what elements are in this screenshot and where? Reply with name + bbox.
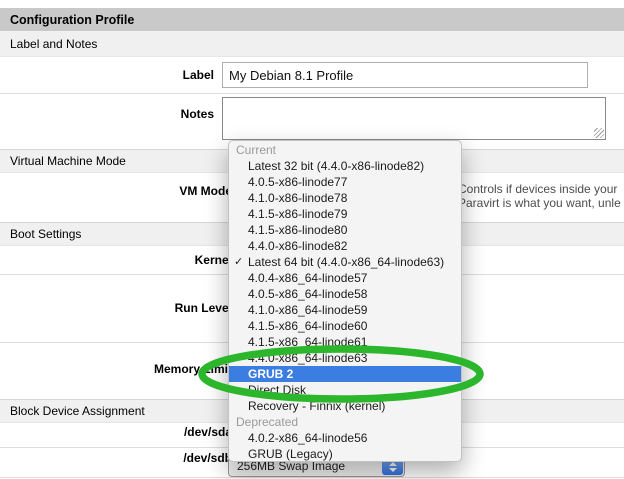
resize-grip-icon[interactable] bbox=[594, 128, 604, 138]
kernel-option-label: 4.1.0-x86-linode78 bbox=[248, 191, 347, 205]
kernel-option[interactable]: 4.4.0-x86_64-linode63 bbox=[229, 350, 461, 366]
kernel-option[interactable]: Latest 32 bit (4.4.0-x86-linode82) bbox=[229, 158, 461, 174]
notes-field-label: Notes bbox=[181, 107, 214, 121]
kernel-option-label: 4.1.5-x86-linode79 bbox=[248, 207, 347, 221]
label-input[interactable] bbox=[222, 62, 588, 88]
chevron-up-icon bbox=[389, 462, 397, 466]
kernel-option[interactable]: 4.1.5-x86-linode79 bbox=[229, 206, 461, 222]
kernel-option-label: Current bbox=[236, 143, 276, 157]
kernel-option-label: 4.0.4-x86_64-linode57 bbox=[248, 271, 367, 285]
kernel-option-label: Direct Disk bbox=[248, 383, 306, 397]
kernel-option[interactable]: 4.0.4-x86_64-linode57 bbox=[229, 270, 461, 286]
kernel-group-header: Current bbox=[229, 142, 461, 158]
section-header-configuration-profile: Configuration Profile bbox=[0, 8, 624, 31]
run-level-field-label: Run Level bbox=[175, 301, 232, 315]
kernel-option-label: GRUB 2 bbox=[248, 367, 293, 381]
kernel-option[interactable]: 4.1.5-x86_64-linode61 bbox=[229, 334, 461, 350]
kernel-option[interactable]: 4.4.0-x86-linode82 bbox=[229, 238, 461, 254]
kernel-group-header: Deprecated bbox=[229, 414, 461, 430]
divider bbox=[0, 93, 624, 94]
kernel-option[interactable]: 4.1.0-x86-linode78 bbox=[229, 190, 461, 206]
dev-sdb-field-label: /dev/sdb bbox=[183, 451, 232, 465]
memory-limit-field-label: Memory Limit bbox=[154, 362, 232, 376]
kernel-option[interactable]: GRUB (Legacy) bbox=[229, 446, 461, 462]
chevron-down-icon bbox=[389, 468, 397, 472]
kernel-option-label: Deprecated bbox=[236, 415, 298, 429]
kernel-option[interactable]: 4.1.5-x86-linode80 bbox=[229, 222, 461, 238]
kernel-option[interactable]: GRUB 2 bbox=[229, 366, 461, 382]
kernel-option-label: 4.1.5-x86_64-linode61 bbox=[248, 335, 367, 349]
kernel-option-label: 4.4.0-x86_64-linode63 bbox=[248, 351, 367, 365]
kernel-option[interactable]: 4.0.2-x86_64-linode56 bbox=[229, 430, 461, 446]
vm-mode-help-text: Controls if devices inside your Paravirt… bbox=[458, 183, 621, 210]
kernel-option[interactable]: ✓ Latest 64 bit (4.4.0-x86_64-linode63) bbox=[229, 254, 461, 270]
section-header-label-and-notes: Label and Notes bbox=[0, 31, 624, 57]
kernel-option[interactable]: 4.0.5-x86_64-linode58 bbox=[229, 286, 461, 302]
vm-mode-field-label: VM Mode bbox=[179, 184, 232, 198]
kernel-option-label: 4.0.5-x86_64-linode58 bbox=[248, 287, 367, 301]
kernel-option-label: 4.1.5-x86-linode80 bbox=[248, 223, 347, 237]
kernel-option-label: Recovery - Finnix (kernel) bbox=[248, 399, 385, 413]
kernel-option-label: Latest 32 bit (4.4.0-x86-linode82) bbox=[248, 159, 424, 173]
kernel-option-label: 4.0.5-x86-linode77 bbox=[248, 175, 347, 189]
kernel-option[interactable]: Recovery - Finnix (kernel) bbox=[229, 398, 461, 414]
divider bbox=[0, 477, 624, 478]
kernel-option[interactable]: 4.1.0-x86_64-linode59 bbox=[229, 302, 461, 318]
notes-textarea[interactable] bbox=[222, 97, 606, 140]
kernel-option[interactable]: 4.1.5-x86_64-linode60 bbox=[229, 318, 461, 334]
dev-sda-field-label: /dev/sda bbox=[184, 425, 232, 439]
kernel-option-label: 4.0.2-x86_64-linode56 bbox=[248, 431, 367, 445]
kernel-option[interactable]: Direct Disk bbox=[229, 382, 461, 398]
kernel-dropdown: Current Latest 32 bit (4.4.0-x86-linode82… bbox=[228, 140, 462, 462]
kernel-option-label: 4.1.5-x86_64-linode60 bbox=[248, 319, 367, 333]
kernel-option-label: 4.4.0-x86-linode82 bbox=[248, 239, 347, 253]
kernel-option[interactable]: 4.0.5-x86-linode77 bbox=[229, 174, 461, 190]
label-field-label: Label bbox=[183, 68, 214, 82]
kernel-option-label: Latest 64 bit (4.4.0-x86_64-linode63) bbox=[248, 255, 444, 269]
kernel-field-label: Kernel bbox=[195, 253, 232, 267]
kernel-option-label: 4.1.0-x86_64-linode59 bbox=[248, 303, 367, 317]
kernel-option-label: GRUB (Legacy) bbox=[248, 447, 333, 461]
checkmark-icon: ✓ bbox=[234, 254, 243, 270]
